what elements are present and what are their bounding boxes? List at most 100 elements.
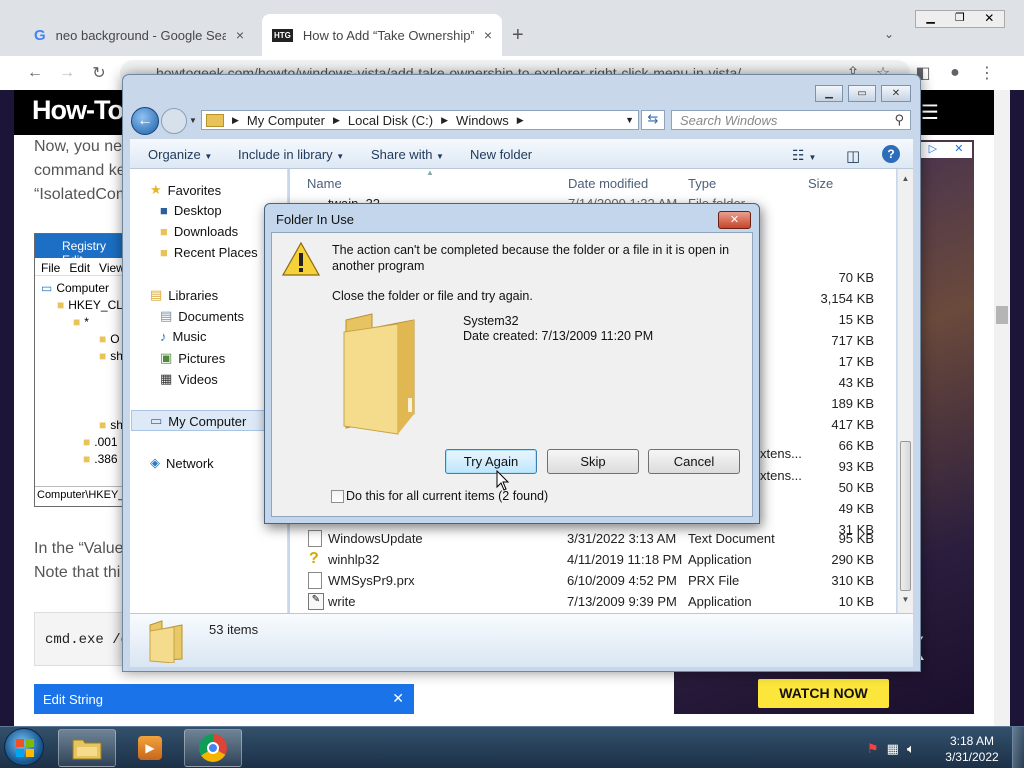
scrollbar-thumb[interactable] xyxy=(996,306,1008,324)
tab-search-icon[interactable]: ⌄ xyxy=(884,27,894,41)
back-button[interactable]: ← xyxy=(131,107,159,135)
nav-downloads[interactable]: ■ Downloads xyxy=(160,224,238,239)
explorer-search-input[interactable]: Search Windows ⚲ xyxy=(671,110,911,130)
close-icon[interactable]: ✕ xyxy=(975,11,1004,27)
volume-icon[interactable]: 🔈︎ xyxy=(907,741,915,757)
taskbar-chrome-button[interactable] xyxy=(184,729,242,767)
new-folder-button[interactable]: New folder xyxy=(470,147,532,162)
page-scrollbar[interactable] xyxy=(994,90,1010,726)
hamburger-menu-icon[interactable]: ☰ xyxy=(921,100,939,125)
file-name[interactable]: WindowsUpdate xyxy=(328,531,423,546)
restore-icon[interactable]: ❐ xyxy=(945,11,974,27)
explorer-close-icon[interactable]: ✕ xyxy=(881,85,911,102)
breadcrumb-item[interactable]: Local Disk (C:) xyxy=(348,113,433,128)
chevron-right-icon[interactable]: ▶ xyxy=(441,115,448,126)
star-icon: ★ xyxy=(150,182,162,197)
pictures-icon: ▣ xyxy=(160,350,173,365)
forward-button[interactable] xyxy=(161,108,187,134)
nav-music[interactable]: ♪ Music xyxy=(160,329,206,344)
nav-documents[interactable]: ▤ Documents xyxy=(160,308,244,324)
column-header-type[interactable]: Type xyxy=(688,176,716,191)
file-name[interactable]: winhlp32 xyxy=(328,552,379,567)
clock[interactable]: 3:18 AM 3/31/2022 xyxy=(940,733,1004,765)
explorer-maximize-icon[interactable]: ▭ xyxy=(848,85,876,102)
hidden-size-column: 70 KB 3,154 KB 15 KB 717 KB 17 KB 43 KB 189 KB… xyxy=(820,270,875,537)
ad-choices-icon[interactable]: ▷ ✕ xyxy=(920,142,972,158)
menu-dots-icon[interactable]: ⋮ xyxy=(976,62,998,84)
nav-videos[interactable]: ▦ Videos xyxy=(160,371,218,387)
browser-tab-htg[interactable]: HTG How to Add “Take Ownership” to × xyxy=(262,14,502,56)
file-list-scrollbar[interactable]: ▲ ▼ xyxy=(897,169,913,613)
tab-title: neo background - Google Search xyxy=(55,27,226,43)
network-icon[interactable]: ▦ xyxy=(887,741,899,757)
reload-icon[interactable]: ↻ xyxy=(88,62,110,84)
scroll-down-icon[interactable]: ▼ xyxy=(898,595,913,604)
htg-logo[interactable]: How-To G xyxy=(14,90,124,135)
apply-all-checkbox[interactable] xyxy=(331,490,344,503)
file-type: Text Document xyxy=(688,531,775,546)
back-arrow-icon[interactable]: ← xyxy=(24,62,46,84)
show-desktop-button[interactable] xyxy=(1012,727,1024,768)
file-name[interactable]: write xyxy=(328,594,355,609)
nav-pictures[interactable]: ▣ Pictures xyxy=(160,350,225,366)
tab-close-icon[interactable]: × xyxy=(484,27,492,43)
start-button[interactable] xyxy=(4,728,44,766)
column-header-size[interactable]: Size xyxy=(808,176,833,191)
article-text: In the “Value xyxy=(34,540,124,557)
dialog-close-icon[interactable]: ✕ xyxy=(718,211,751,229)
address-dropdown-icon[interactable]: ▼ xyxy=(625,115,634,125)
search-placeholder: Search Windows xyxy=(680,113,778,128)
nav-my-computer[interactable]: ▭ My Computer xyxy=(150,413,246,429)
folder-icon: ■ xyxy=(83,435,91,449)
windows-logo-icon xyxy=(16,739,34,757)
dropdown-icon: ▼ xyxy=(436,152,444,161)
item-count: 53 items xyxy=(209,622,259,637)
share-with-button[interactable]: Share with ▼ xyxy=(371,147,444,162)
breadcrumb-item[interactable]: My Computer xyxy=(247,113,325,128)
watch-now-button[interactable]: WATCH NOW xyxy=(758,679,889,708)
nav-network[interactable]: ◈ Network xyxy=(150,455,214,471)
folder-icon: ■ xyxy=(73,315,81,329)
breadcrumb-item[interactable]: Windows xyxy=(456,113,509,128)
scroll-up-icon[interactable]: ▲ xyxy=(898,174,913,183)
tab-close-icon[interactable]: × xyxy=(236,27,244,43)
column-header-name[interactable]: Name xyxy=(307,176,342,191)
include-in-library-button[interactable]: Include in library ▼ xyxy=(238,147,344,162)
file-date: 3/31/2022 3:13 AM xyxy=(567,531,677,546)
file-name[interactable]: WMSysPr9.prx xyxy=(328,573,415,588)
column-header-date[interactable]: Date modified xyxy=(568,176,648,191)
refresh-icon[interactable]: ⇆ xyxy=(641,110,665,130)
cancel-button[interactable]: Cancel xyxy=(648,449,740,474)
view-options-icon[interactable]: ☷ ▼ xyxy=(792,147,816,164)
folder-icon: ■ xyxy=(83,452,91,466)
taskbar-explorer-button[interactable] xyxy=(58,729,116,767)
try-again-button[interactable]: Try Again xyxy=(445,449,537,474)
regedit-screenshot: Registry Edit File Edit View ▭ Computer ■… xyxy=(34,233,124,507)
explorer-address-bar[interactable]: ▶ My Computer ▶ Local Disk (C:) ▶ Window… xyxy=(201,110,639,130)
forward-arrow-icon[interactable]: → xyxy=(56,62,78,84)
browser-tab-google[interactable]: G neo background - Google Search × xyxy=(24,14,254,56)
taskbar-media-player-button[interactable]: ▶ xyxy=(121,729,179,767)
nav-favorites[interactable]: ★ Favorites xyxy=(150,182,221,198)
scrollbar-thumb[interactable] xyxy=(900,441,911,591)
chevron-right-icon[interactable]: ▶ xyxy=(232,115,239,126)
minimize-icon[interactable]: ▁ xyxy=(916,11,945,27)
nav-libraries[interactable]: ▤ Libraries xyxy=(150,287,218,303)
tree-item: ■ sh xyxy=(99,418,123,432)
chevron-right-icon[interactable]: ▶ xyxy=(517,115,524,126)
explorer-minimize-icon[interactable]: ▁ xyxy=(815,85,843,102)
organize-button[interactable]: Organize ▼ xyxy=(148,147,212,162)
skip-button[interactable]: Skip xyxy=(547,449,639,474)
profile-avatar-icon[interactable]: ● xyxy=(944,62,966,84)
action-center-icon[interactable]: ⚑ xyxy=(867,741,879,757)
help-icon[interactable]: ? xyxy=(882,145,900,163)
recent-pages-icon[interactable]: ▼ xyxy=(189,116,197,125)
nav-recent-places[interactable]: ■ Recent Places xyxy=(160,245,258,260)
close-icon[interactable]: ✕ xyxy=(392,690,404,707)
chevron-right-icon[interactable]: ▶ xyxy=(333,115,340,126)
apply-all-label[interactable]: Do this for all current items (2 found) xyxy=(346,489,548,503)
preview-pane-icon[interactable]: ◫ xyxy=(846,147,860,165)
nav-desktop[interactable]: ■ Desktop xyxy=(160,203,222,218)
new-tab-button[interactable]: + xyxy=(512,24,524,47)
article-text: command ke xyxy=(34,162,126,179)
